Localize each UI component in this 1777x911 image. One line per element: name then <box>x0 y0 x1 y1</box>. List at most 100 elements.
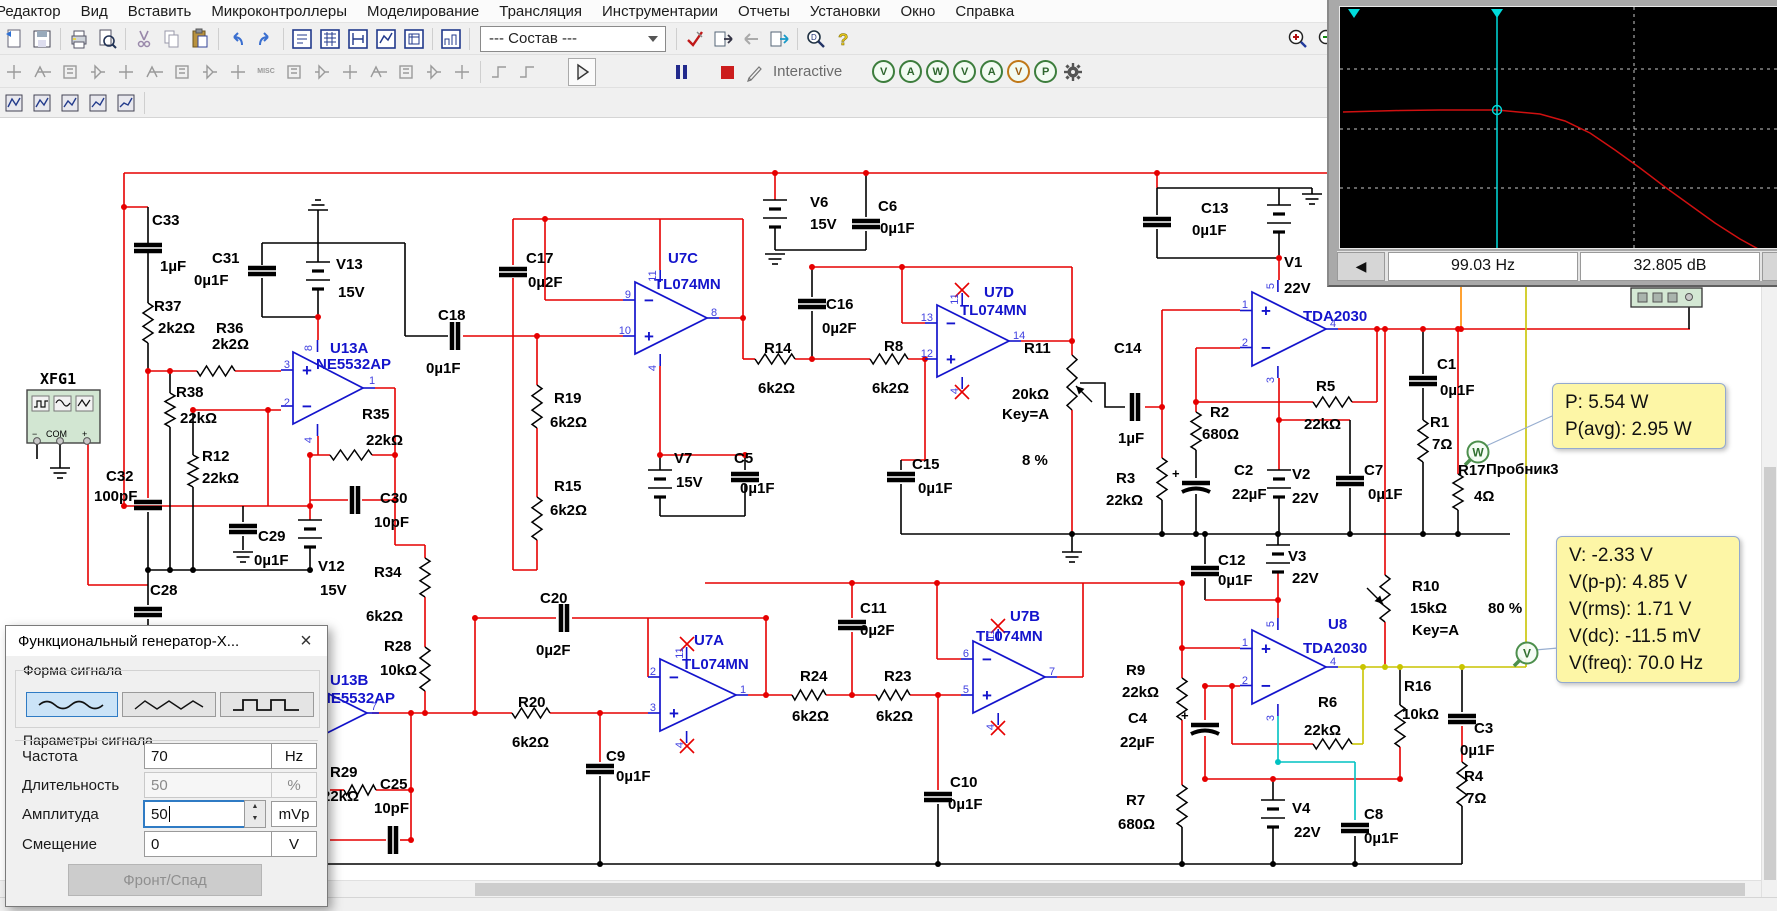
resistor-R6[interactable] <box>1313 739 1352 749</box>
function-generator-dialog[interactable]: Функциональный генератор-X... × Форма си… <box>5 625 328 907</box>
probe-v-icon-4[interactable]: V <box>953 60 976 83</box>
resistor-R12[interactable] <box>188 455 198 487</box>
wiring-tool-icon-1[interactable] <box>486 59 512 85</box>
close-icon[interactable]: × <box>293 628 319 654</box>
spinner-down-icon[interactable]: ▼ <box>245 813 265 825</box>
menu-item-3[interactable]: Вставить <box>118 3 202 20</box>
cut-icon[interactable] <box>131 26 157 52</box>
resistor-R3[interactable] <box>1157 458 1167 500</box>
export-icon[interactable] <box>710 26 736 52</box>
resistor-R36[interactable] <box>197 366 235 376</box>
cursor-right-button[interactable] <box>1762 252 1777 281</box>
vertical-scrollbar-thumb[interactable] <box>1764 467 1776 880</box>
resistor-R19[interactable] <box>532 385 542 428</box>
resistor-R8[interactable] <box>870 354 908 364</box>
triangle-wave-button[interactable] <box>122 692 216 717</box>
print-preview-icon[interactable] <box>94 26 120 52</box>
grapher-tool-icon-4[interactable] <box>85 90 111 116</box>
find-icon[interactable]: D <box>803 26 829 52</box>
in-use-list-dropdown[interactable]: --- Состав --- <box>480 26 666 52</box>
zoom-in-icon[interactable] <box>1285 26 1311 52</box>
menu-item-4[interactable]: Микроконтроллеры <box>201 3 357 20</box>
menu-item-11[interactable]: Справка <box>945 3 1024 20</box>
menu-item-6[interactable]: Трансляция <box>489 3 592 20</box>
probe-a-icon-2[interactable]: A <box>899 60 922 83</box>
resistor-R37[interactable] <box>143 303 153 343</box>
resistor-R23[interactable] <box>876 690 910 700</box>
component-group-icon-2[interactable] <box>29 59 55 85</box>
menu-item-5[interactable]: Моделирование <box>357 3 489 20</box>
view-toggle-icon-2[interactable] <box>317 26 343 52</box>
cursor-left-button[interactable]: ◀ <box>1337 252 1385 281</box>
help-icon[interactable]: ? <box>831 26 857 52</box>
view-toggle-icon-3[interactable] <box>345 26 371 52</box>
undo-icon[interactable] <box>224 26 250 52</box>
run-simulation-button[interactable] <box>568 58 596 86</box>
redo-icon[interactable] <box>252 26 278 52</box>
resistor-R7[interactable] <box>1177 785 1187 827</box>
copy-icon[interactable] <box>159 26 185 52</box>
resistor-R35[interactable] <box>330 450 372 460</box>
component-group-icon-7[interactable] <box>169 59 195 85</box>
probe-v-icon-1[interactable]: V <box>872 60 895 83</box>
menu-item-10[interactable]: Окно <box>891 3 946 20</box>
resistor-R15[interactable] <box>532 497 542 540</box>
potentiometer-R11[interactable] <box>1067 355 1077 410</box>
view-toggle-icon-1[interactable] <box>289 26 315 52</box>
component-group-icon-14[interactable] <box>365 59 391 85</box>
save-icon[interactable] <box>29 26 55 52</box>
component-group-icon-17[interactable] <box>449 59 475 85</box>
resistor-R17[interactable] <box>1453 474 1463 510</box>
probe-v-icon-6[interactable]: V <box>1007 60 1030 83</box>
menu-item-2[interactable]: Вид <box>71 3 118 20</box>
resistor-R2[interactable] <box>1191 412 1201 450</box>
frequency-input[interactable]: 70 <box>144 743 274 769</box>
menu-item-8[interactable]: Отчеты <box>728 3 800 20</box>
resistor-R5[interactable] <box>1313 397 1352 407</box>
dialog-title-bar[interactable]: Функциональный генератор-X... <box>6 626 327 656</box>
component-group-icon-16[interactable] <box>421 59 447 85</box>
resistor-R24[interactable] <box>792 690 826 700</box>
stop-simulation-button[interactable] <box>714 59 740 85</box>
resistor-R28[interactable] <box>420 647 430 691</box>
grapher-tool-icon-5[interactable] <box>113 90 139 116</box>
component-group-icon-5[interactable] <box>113 59 139 85</box>
hierarchy-icon[interactable] <box>438 26 464 52</box>
spinner-up-icon[interactable]: ▲ <box>245 801 265 813</box>
component-group-icon-13[interactable] <box>337 59 363 85</box>
component-group-icon-12[interactable] <box>309 59 335 85</box>
grapher-tool-icon-3[interactable] <box>57 90 83 116</box>
grapher-tool-icon-1[interactable] <box>1 90 27 116</box>
component-group-icon-4[interactable] <box>85 59 111 85</box>
component-group-icon-6[interactable] <box>141 59 167 85</box>
back-annotate-icon[interactable] <box>738 26 764 52</box>
menu-item-7[interactable]: Инструментарии <box>592 3 728 20</box>
potentiometer-R10[interactable] <box>1380 575 1390 622</box>
probe-a-icon-5[interactable]: A <box>980 60 1003 83</box>
resistor-R38[interactable] <box>165 393 175 427</box>
offset-input[interactable]: 0 <box>144 831 274 857</box>
paste-icon[interactable] <box>187 26 213 52</box>
view-toggle-icon-5[interactable] <box>401 26 427 52</box>
probe-p-icon-7[interactable]: P <box>1034 60 1057 83</box>
horizontal-scrollbar-thumb[interactable] <box>475 883 1745 896</box>
wiring-tool-icon-2[interactable] <box>514 59 540 85</box>
bode-plotter-window[interactable]: ◀ 99.03 Hz 32.805 dB <box>1327 0 1777 287</box>
erc-check-icon[interactable] <box>682 26 708 52</box>
component-group-icon-15[interactable] <box>393 59 419 85</box>
new-file-icon[interactable] <box>1 26 27 52</box>
component-group-icon-8[interactable] <box>197 59 223 85</box>
resistor-R34[interactable] <box>420 558 430 597</box>
component-group-icon-10[interactable]: MISC <box>253 59 279 85</box>
square-wave-button[interactable] <box>220 692 314 717</box>
menu-item-1[interactable]: Редактор <box>0 3 71 20</box>
pause-simulation-button[interactable] <box>668 59 694 85</box>
probe-settings-gear-icon[interactable] <box>1060 59 1086 85</box>
component-group-icon-11[interactable] <box>281 59 307 85</box>
amplitude-spinner[interactable]: ▲▼ <box>244 800 266 828</box>
component-group-icon-1[interactable] <box>1 59 27 85</box>
menu-item-9[interactable]: Установки <box>800 3 891 20</box>
resistor-R1[interactable] <box>1418 420 1428 462</box>
probe-w-icon-3[interactable]: W <box>926 60 949 83</box>
sine-wave-button[interactable] <box>26 692 118 717</box>
